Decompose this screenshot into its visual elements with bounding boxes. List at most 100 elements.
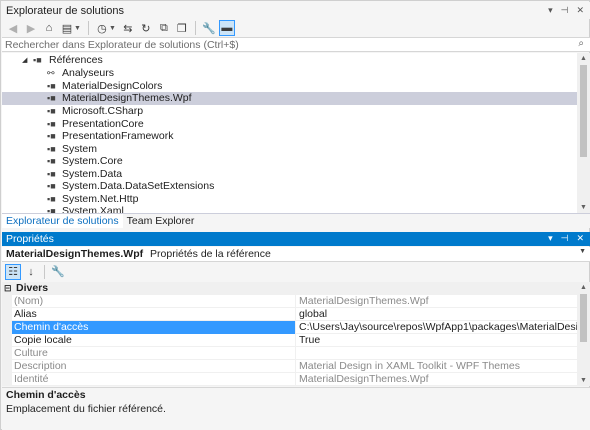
description-text: Emplacement du fichier référencé. [6, 403, 166, 415]
property-value: MaterialDesignThemes.Wpf [295, 373, 577, 386]
property-row[interactable]: (Nom) MaterialDesignThemes.Wpf [2, 295, 577, 308]
property-name: Description [14, 360, 67, 372]
assembly-reference-icon: ▪■ [47, 181, 56, 191]
dropdown-icon[interactable]: ▾ [548, 233, 553, 244]
description-title: Chemin d'accès [6, 389, 86, 401]
property-row[interactable]: Copie locale True [2, 334, 577, 347]
solution-explorer-title: Explorateur de solutions [6, 5, 125, 17]
tree-item-reference[interactable]: ▪■ System.Core [2, 155, 577, 168]
property-grid-scrollbar[interactable]: ▲ ▼ [577, 282, 590, 386]
home-icon[interactable]: ⌂ [41, 20, 57, 36]
toolbar-separator [44, 264, 45, 279]
object-name: MaterialDesignThemes.Wpf [6, 248, 144, 260]
scroll-up-icon[interactable]: ▲ [577, 282, 590, 293]
scroll-up-icon[interactable]: ▲ [577, 53, 590, 64]
tab-team-explorer[interactable]: Team Explorer [123, 214, 199, 228]
property-row[interactable]: Identité MaterialDesignThemes.Wpf [2, 373, 577, 386]
row-margin [2, 360, 12, 373]
preview-selected-items-icon[interactable]: ▬ [218, 20, 235, 36]
tree-item-reference-selected[interactable]: ▪■ MaterialDesignThemes.Wpf [2, 92, 577, 105]
search-placeholder: Rechercher dans Explorateur de solutions… [5, 39, 239, 51]
scrollbar-thumb[interactable] [580, 65, 587, 157]
tree-item-label: Analyseurs [62, 67, 114, 79]
expanded-arrow-icon[interactable]: ◢ [22, 54, 27, 67]
switch-views-icon[interactable]: ▤ [59, 20, 75, 36]
property-description-pane: Chemin d'accès Emplacement du fichier ré… [2, 387, 590, 430]
tree-item-label: MaterialDesignThemes.Wpf [62, 92, 192, 104]
refresh-icon[interactable]: ↻ [138, 20, 154, 36]
properties-wrench-icon[interactable]: 🔧 [201, 20, 217, 36]
tree-item-label: System.Xaml [62, 205, 124, 213]
tree-item-analyzers[interactable]: ⚯ Analyseurs [2, 67, 577, 80]
tab-solution-explorer[interactable]: Explorateur de solutions [2, 214, 123, 228]
properties-title: Propriétés [6, 233, 54, 245]
row-margin [2, 347, 12, 360]
filter-caret-icon[interactable]: ▼ [109, 25, 116, 32]
property-grid: ⊟ Divers (Nom) MaterialDesignThemes.Wpf … [2, 282, 577, 386]
property-value[interactable]: True [295, 334, 577, 347]
property-row[interactable]: Alias global [2, 308, 577, 321]
assembly-reference-icon: ▪■ [47, 156, 56, 166]
tree-item-label: Microsoft.CSharp [62, 105, 144, 117]
row-margin [2, 295, 12, 308]
forward-icon[interactable]: ▶ [23, 20, 39, 36]
property-value [295, 347, 577, 360]
chevron-down-icon[interactable]: ▼ [579, 248, 586, 255]
tree-item-reference[interactable]: ▪■ Microsoft.CSharp [2, 105, 577, 118]
assembly-reference-icon: ▪■ [47, 106, 56, 116]
pin-icon[interactable]: ⊣ [561, 5, 569, 16]
solution-tree-scrollbar[interactable]: ▲ ▼ [577, 53, 590, 213]
references-icon: ▪■ [33, 55, 42, 65]
solution-explorer-toolbar: ◀ ▶ ⌂ ▤ ▼ ◷ ▼ ⇆ ↻ ⧉ ❐ 🔧 ▬ [2, 19, 590, 37]
property-pages-wrench-icon[interactable]: 🔧 [50, 264, 66, 280]
switch-views-caret-icon[interactable]: ▼ [74, 25, 81, 32]
back-icon[interactable]: ◀ [5, 20, 21, 36]
properties-title-bar: Propriétés ▾ ⊣ ✕ [2, 232, 590, 246]
tree-item-references[interactable]: ◢ ▪■ Références [2, 54, 577, 67]
row-margin [2, 373, 12, 386]
search-icon[interactable]: ⌕ [578, 38, 584, 49]
property-value[interactable]: global [295, 308, 577, 321]
solution-explorer-title-bar: Explorateur de solutions ▾ ⊣ ✕ [2, 2, 590, 19]
assembly-reference-icon: ▪■ [47, 206, 56, 213]
pending-changes-filter-icon[interactable]: ◷ [94, 20, 110, 36]
collapse-all-icon[interactable]: ⧉ [156, 20, 172, 36]
analyzer-icon: ⚯ [47, 68, 55, 78]
pin-icon[interactable]: ⊣ [561, 233, 569, 244]
property-name: Copie locale [14, 334, 72, 346]
row-margin [2, 334, 12, 347]
tree-item-reference[interactable]: ▪■ System.Xaml [2, 205, 577, 213]
property-row[interactable]: Description Material Design in XAML Tool… [2, 360, 577, 373]
property-value: MaterialDesignThemes.Wpf [295, 295, 577, 308]
alphabetical-icon[interactable]: ↓ [23, 264, 39, 280]
categorized-icon[interactable]: ☷ [5, 263, 21, 280]
close-icon[interactable]: ✕ [576, 5, 584, 16]
property-name: Culture [14, 347, 48, 359]
property-row-selected[interactable]: Chemin d'accès C:\Users\Jay\source\repos… [2, 321, 577, 334]
show-all-files-icon[interactable]: ❐ [174, 20, 190, 36]
tree-item-label: PresentationFramework [62, 130, 174, 142]
scrollbar-thumb[interactable] [580, 294, 587, 342]
properties-object-selector[interactable]: MaterialDesignThemes.Wpf Propriétés de l… [2, 247, 590, 262]
solution-explorer-tab-strip: Explorateur de solutions Team Explorer [2, 213, 590, 228]
toolbar-separator [87, 21, 89, 35]
assembly-reference-icon: ▪■ [47, 93, 56, 103]
scroll-down-icon[interactable]: ▼ [577, 202, 590, 213]
solution-explorer-search-input[interactable]: Rechercher dans Explorateur de solutions… [2, 37, 590, 52]
close-icon[interactable]: ✕ [576, 233, 584, 244]
property-name: Identité [14, 373, 49, 385]
row-margin [2, 308, 12, 321]
property-row[interactable]: Culture [2, 347, 577, 360]
tree-item-reference[interactable]: ▪■ PresentationFramework [2, 130, 577, 143]
tree-item-reference[interactable]: ▪■ System.Data.DataSetExtensions [2, 180, 577, 193]
solution-tree: ◢ ▪■ Références ⚯ Analyseurs ▪■ Material… [2, 53, 577, 213]
dropdown-icon[interactable]: ▾ [548, 5, 553, 16]
toolbar-separator [194, 21, 196, 35]
scroll-down-icon[interactable]: ▼ [577, 375, 590, 386]
collapse-category-icon[interactable]: ⊟ [4, 282, 12, 295]
tree-item-label: Références [49, 54, 103, 66]
category-row-misc[interactable]: ⊟ Divers [2, 282, 577, 295]
property-value[interactable]: C:\Users\Jay\source\repos\WpfApp1\packag… [295, 321, 577, 334]
row-margin [2, 321, 12, 334]
sync-with-document-icon[interactable]: ⇆ [120, 20, 136, 36]
